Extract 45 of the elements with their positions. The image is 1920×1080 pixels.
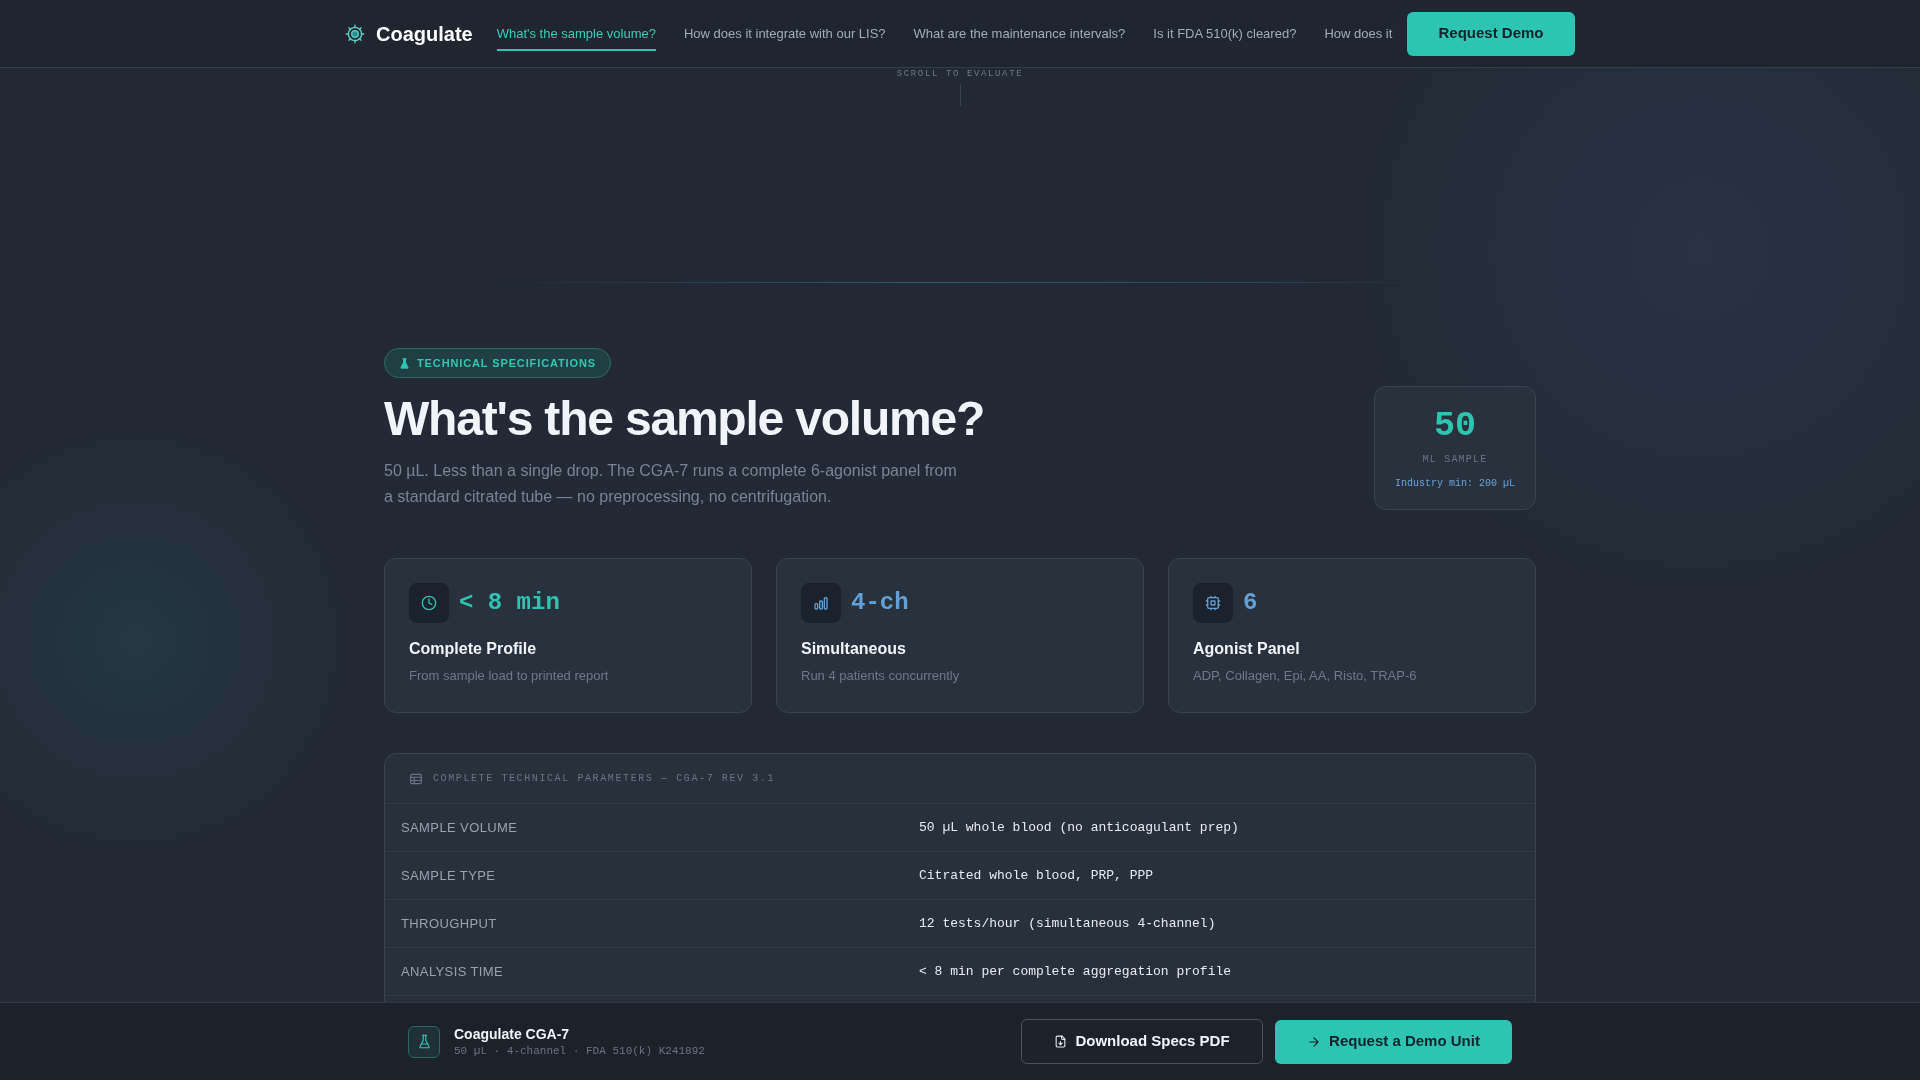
nav-link[interactable]: What are the maintenance intervals? bbox=[913, 16, 1126, 51]
request-demo-button[interactable]: Request Demo bbox=[1407, 11, 1575, 56]
badge-label: TECHNICAL SPECIFICATIONS bbox=[417, 356, 596, 371]
table-cell: 12 tests/hour (simultaneous 4-channel) bbox=[919, 915, 1216, 932]
clock-icon bbox=[409, 583, 449, 623]
table-cell-text: ANALYSIS TIME bbox=[400, 963, 505, 980]
table-cell-text: SAMPLE TYPE bbox=[400, 867, 497, 884]
product-details: 50 µL · 4-channel · FDA 510(k) K241892 bbox=[454, 1044, 705, 1058]
flask-icon bbox=[399, 357, 410, 369]
stat-label: ML SAMPLE bbox=[1422, 454, 1488, 466]
metric-value: 6 bbox=[1243, 588, 1258, 618]
stat-value: 50 bbox=[1434, 406, 1476, 446]
product-name: Coagulate CGA-7 bbox=[454, 1025, 571, 1043]
metric-value: 4-ch bbox=[851, 588, 909, 618]
nav-link[interactable]: Is it FDA 510(k) cleared? bbox=[1153, 16, 1297, 51]
table-cell: 50 µL whole blood (no anticoagulant prep) bbox=[919, 819, 1239, 836]
scroll-hint: SCROLL TO EVALUATE bbox=[896, 68, 1024, 80]
arrow-right-icon bbox=[1307, 1034, 1322, 1049]
card-title: Agonist Panel bbox=[1193, 639, 1301, 659]
card-description: From sample load to printed report bbox=[409, 667, 610, 685]
table-icon bbox=[409, 771, 423, 786]
nav-link[interactable]: How does it bbox=[1324, 16, 1393, 51]
stat-note: Industry min: 200 µL bbox=[1395, 478, 1515, 490]
cog-logo-icon bbox=[345, 23, 365, 44]
chip-icon bbox=[1193, 583, 1233, 623]
card-title: Complete Profile bbox=[409, 639, 538, 659]
nav-link[interactable]: What's the sample volume? bbox=[496, 16, 656, 51]
table-cell-text: THROUGHPUT bbox=[400, 915, 498, 932]
table-cell: Citrated whole blood, PRP, PPP bbox=[919, 867, 1154, 884]
hero-description: 50 µL. Less than a single drop. The CGA-7 runs a complete 6-agonist panel from a standard citrated tube — no preprocessing, no centrifugation. bbox=[384, 461, 958, 507]
card-description: ADP, Collagen, Epi, AA, Risto, TRAP-6 bbox=[1193, 667, 1418, 685]
card-description: Run 4 patients concurrently bbox=[801, 667, 961, 685]
bar-chart-icon bbox=[801, 583, 841, 623]
download-button[interactable]: Download Specs PDF bbox=[1021, 1019, 1263, 1064]
table-title: COMPLETE TECHNICAL PARAMETERS — CGA-7 REV 3.1 bbox=[433, 772, 776, 785]
file-download-icon bbox=[1054, 1035, 1068, 1048]
request-demo-unit-button[interactable]: Request a Demo Unit bbox=[1275, 1019, 1512, 1064]
table-cell-text: SAMPLE VOLUME bbox=[400, 819, 519, 836]
flask-icon bbox=[408, 1025, 440, 1058]
metric-value: < 8 min bbox=[459, 588, 560, 618]
card-title: Simultaneous bbox=[801, 639, 907, 659]
nav-link[interactable]: How does it integrate with our LIS? bbox=[683, 16, 886, 51]
brand-name: Coagulate bbox=[376, 21, 473, 46]
page-heading: What's the sample volume? bbox=[384, 392, 985, 446]
table-cell: < 8 min per complete aggregation profile bbox=[919, 963, 1232, 980]
